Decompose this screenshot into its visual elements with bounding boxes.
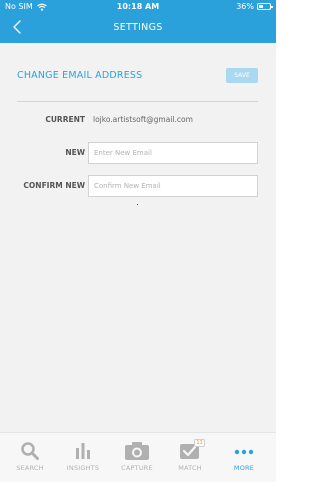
new-email-input[interactable] <box>88 142 258 164</box>
status-time: 10:18 AM <box>116 2 160 11</box>
tab-insights-label: INSIGHTS <box>66 464 100 472</box>
section-title: CHANGE EMAIL ADDRESS <box>17 70 143 81</box>
home-indicator-area <box>0 482 276 487</box>
search-icon <box>5 441 55 461</box>
battery-percent: 36% <box>236 2 254 11</box>
current-email-value: lojko.artistsoft@gmail.com <box>93 115 193 124</box>
tab-search-label: SEARCH <box>16 464 44 472</box>
stray-dot <box>137 204 138 205</box>
new-label: NEW <box>65 148 85 157</box>
tab-more[interactable]: MORE <box>219 433 269 487</box>
confirm-email-input[interactable] <box>88 175 258 197</box>
tab-capture[interactable]: CAPTURE <box>112 433 162 487</box>
battery-icon <box>257 3 273 10</box>
battery-cap <box>271 6 273 8</box>
status-bar: No SIM 10:18 AM 36% <box>0 0 276 13</box>
bar-chart-icon <box>58 441 108 461</box>
camera-icon <box>112 441 162 461</box>
checkmark-icon <box>165 441 215 461</box>
ellipsis-icon <box>219 441 269 461</box>
divider <box>17 101 258 102</box>
battery-fill <box>259 5 263 8</box>
tab-match[interactable]: 11 MATCH <box>165 433 215 487</box>
save-button[interactable]: SAVE <box>226 68 258 83</box>
nav-bar: SETTINGS <box>0 13 276 43</box>
settings-screen: No SIM 10:18 AM 36% SETTINGS CHANGE EMAI… <box>0 0 276 487</box>
tab-bar: SEARCH INSIGHTS CAPTURE 11 MATCH MORE <box>0 432 276 487</box>
tab-search[interactable]: SEARCH <box>5 433 55 487</box>
current-label: CURRENT <box>45 115 85 124</box>
confirm-label: CONFIRM NEW <box>23 181 85 190</box>
tab-capture-label: CAPTURE <box>121 464 153 472</box>
tab-match-label: MATCH <box>178 464 202 472</box>
status-right: 36% <box>236 0 273 13</box>
tab-more-label: MORE <box>233 464 255 472</box>
tab-insights[interactable]: INSIGHTS <box>58 433 108 487</box>
page-title: SETTINGS <box>113 22 163 33</box>
match-badge: 11 <box>194 439 205 447</box>
